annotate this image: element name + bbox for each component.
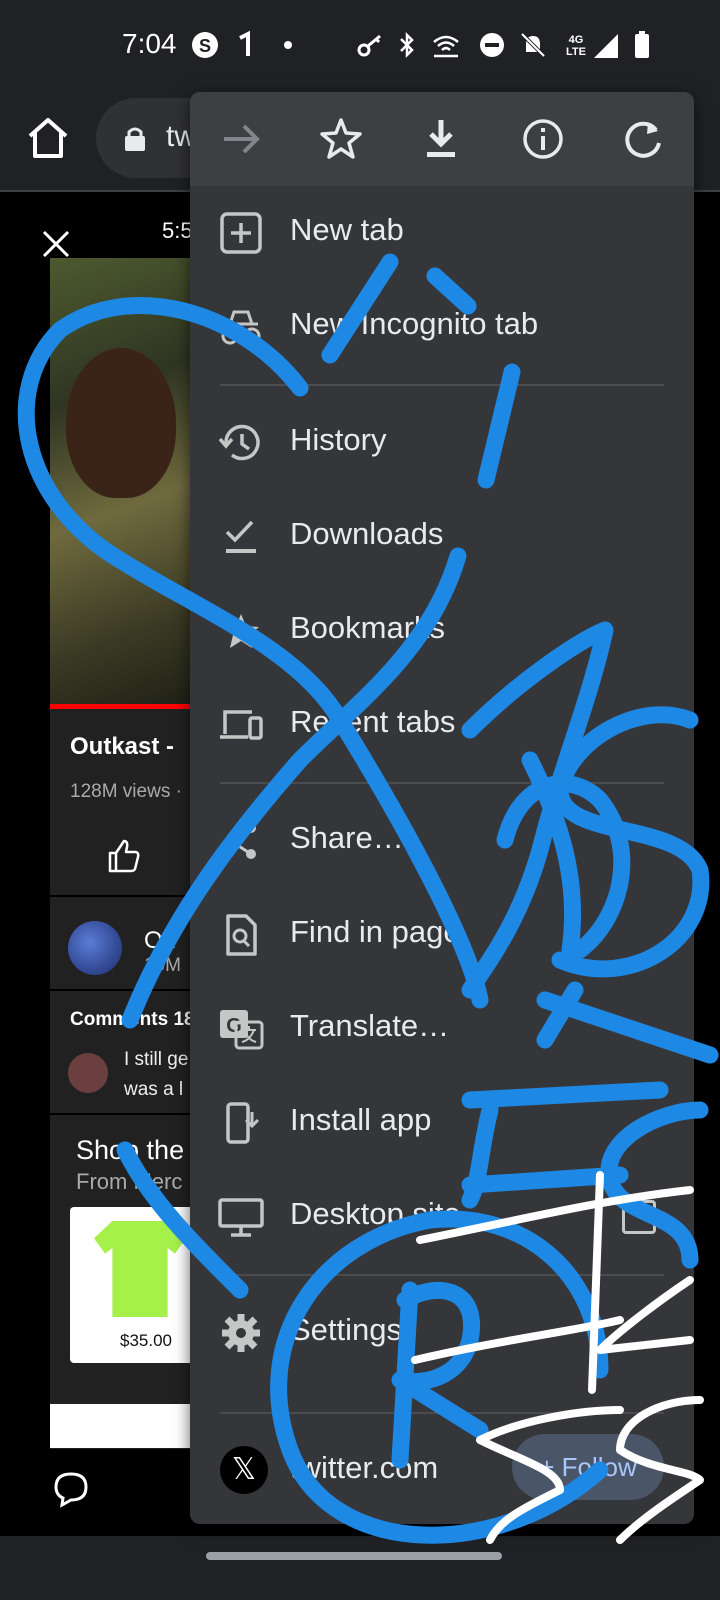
menu-item-label: Find in page [290,914,461,949]
menu-divider [220,782,664,784]
sim-signal-icon [239,30,250,56]
lte-label: 4G LTE [566,34,586,58]
menu-item-label: History [290,422,387,457]
menu-divider [220,1274,664,1276]
svg-text:S: S [199,36,211,56]
battery-icon [635,31,649,58]
x-logo-icon: 𝕏 [220,1446,268,1494]
reload-icon[interactable] [618,114,668,164]
menu-item-label: Translate… [290,1008,450,1043]
status-time: 7:04 [122,28,177,59]
menu-item-label: Downloads [290,516,444,551]
like-icon[interactable] [106,839,140,873]
video-views: 128M views · [70,781,182,802]
menu-footer-site[interactable]: 𝕏 twitter.com + Follow [190,1424,694,1518]
menu-item-label: New Incognito tab [290,306,539,341]
video-frame-person [66,348,176,498]
install-app-icon [226,1102,260,1144]
overflow-menu: New tab New Incognito tab History Downlo… [190,92,694,1524]
lte-signal-icon [594,34,618,58]
menu-item-settings[interactable]: Settings [190,1286,694,1380]
product-image [94,1221,186,1317]
translate-icon: G [220,1010,264,1050]
channel-name[interactable]: Ou [144,927,176,955]
divider [50,1113,200,1115]
comment-line-2: was a l [124,1079,184,1100]
home-icon[interactable] [24,114,72,162]
comment-preview[interactable]: I still ge was a l [124,1045,188,1105]
menu-item-label: Recent tabs [290,704,456,739]
menu-item-recent-tabs[interactable]: Recent tabs [190,678,694,772]
menu-divider [220,1412,664,1414]
menu-item-translate[interactable]: G Translate… [190,982,694,1076]
lock-icon [125,127,145,151]
divider [50,989,200,991]
new-tab-icon [220,212,262,254]
menu-item-label: Settings [290,1312,403,1347]
bookmarks-icon [223,614,259,648]
menu-item-install-app[interactable]: Install app [190,1076,694,1170]
menu-item-find-in-page[interactable]: Find in page [190,888,694,982]
forward-icon[interactable] [216,114,266,164]
skype-icon: S [192,32,218,58]
close-icon[interactable] [40,228,72,260]
menu-item-history[interactable]: History [190,396,694,490]
comments-label[interactable]: Comments 18 [70,1009,195,1031]
downloads-icon [225,520,256,553]
key-icon [357,34,381,57]
incognito-icon [221,310,261,345]
menu-item-label: Install app [290,1102,432,1137]
menu-item-label: Share… [290,820,404,855]
product-price: $35.00 [120,1331,172,1350]
video-details-panel: Outkast - 128M views · Ou 19M Comments 1… [50,709,210,1449]
notifications-off-icon [520,32,546,58]
menu-item-share[interactable]: Share… [190,794,694,888]
video-title: Outkast - [70,733,175,760]
menu-item-new-tab[interactable]: New tab [190,186,694,280]
info-icon[interactable] [518,114,568,164]
recent-tabs-icon [220,710,263,740]
dot-icon [284,41,292,49]
do-not-disturb-icon [480,33,504,57]
download-icon[interactable] [416,114,466,164]
product-card[interactable]: $35.00 [70,1207,210,1363]
page-footer-block [50,1404,200,1448]
bookmark-star-icon[interactable] [316,114,366,164]
follow-button[interactable]: + Follow [512,1434,664,1500]
site-domain: twitter.com [290,1450,439,1485]
menu-item-label: Desktop site [290,1196,461,1231]
channel-avatar[interactable] [68,921,122,975]
chat-bubble-icon[interactable] [52,1470,90,1508]
desktop-site-checkbox[interactable] [622,1200,656,1234]
gesture-handle[interactable] [206,1552,502,1560]
divider [50,895,200,897]
wifi-calling-icon [433,35,459,58]
history-icon [218,424,260,461]
menu-item-downloads[interactable]: Downloads [190,490,694,584]
navigation-area [0,1536,720,1600]
settings-icon [222,1314,260,1352]
menu-divider [220,384,664,386]
menu-item-bookmarks[interactable]: Bookmarks [190,584,694,678]
menu-action-row [190,92,694,186]
menu-item-new-incognito-tab[interactable]: New Incognito tab [190,280,694,374]
channel-subscribers: 19M [144,955,181,976]
share-icon [226,823,256,859]
shop-subtitle: From Merc [76,1169,183,1194]
status-bar: 7:04 S 4G LTE [0,0,720,92]
desktop-icon [218,1198,264,1237]
comment-line-1: I still ge [124,1049,189,1070]
svg-text:G: G [226,1015,242,1037]
menu-item-desktop-site[interactable]: Desktop site [190,1170,694,1264]
menu-item-label: Bookmarks [290,610,446,645]
shop-title: Shop the [76,1135,185,1165]
find-in-page-icon [226,914,257,956]
bluetooth-icon [400,31,414,59]
commenter-avatar [68,1053,108,1093]
video-time: 5:5 [162,218,193,243]
menu-item-label: New tab [290,212,404,247]
video-player[interactable] [50,258,200,708]
